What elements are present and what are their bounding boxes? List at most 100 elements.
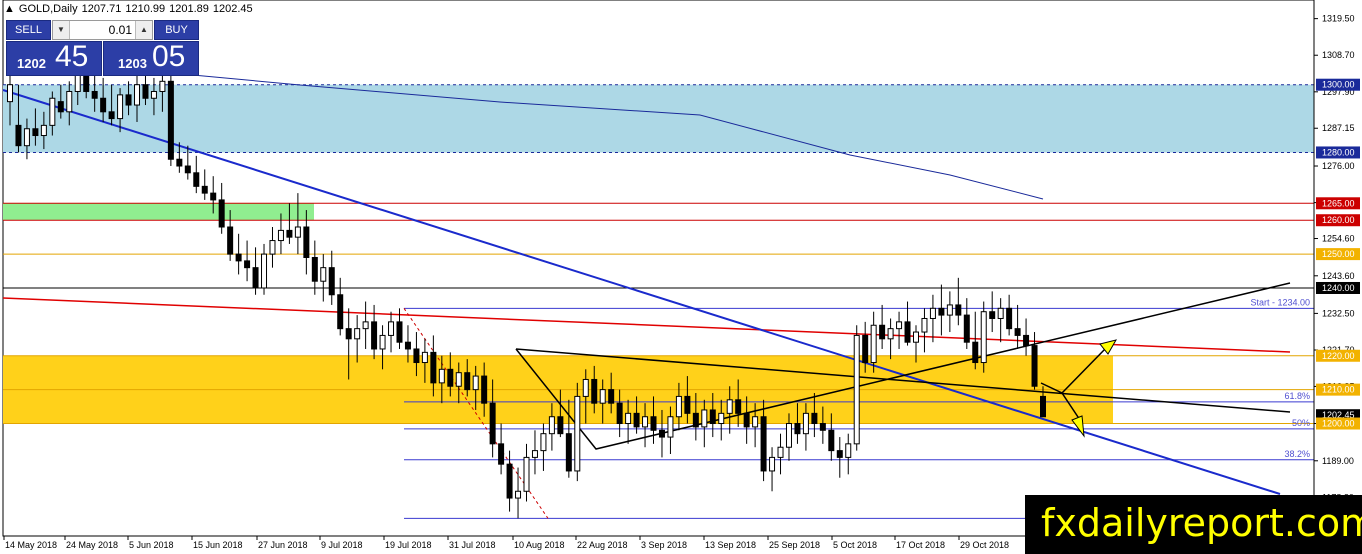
candle-body <box>802 412 809 435</box>
price-tick-label: 1287.15 <box>1322 123 1355 133</box>
ask-price-prefix: 1203 <box>118 56 147 71</box>
bid-price-button[interactable]: 1202 45 <box>6 40 102 76</box>
chart-area[interactable]: Start - 1234.00 61.8% 50% 38.2% 1319.50 1308.… <box>0 0 1362 554</box>
candle-body <box>658 429 665 438</box>
candle-body <box>735 399 742 414</box>
candle-body <box>142 84 149 99</box>
price-level-label: 1250.00 <box>1322 249 1355 259</box>
date-tick-label: 29 Oct 2018 <box>960 540 1009 550</box>
candle-body <box>218 199 225 228</box>
candle-body <box>150 90 157 99</box>
candle-body <box>320 267 327 282</box>
candle-body <box>879 324 886 340</box>
lot-decrease-icon[interactable]: ▼ <box>53 21 70 39</box>
candle-body <box>362 321 369 330</box>
candle-body <box>963 314 970 343</box>
candle-body <box>447 368 454 387</box>
sell-button[interactable]: SELL <box>6 20 51 40</box>
candle-body <box>117 94 124 120</box>
watermark-text: fxdailyreport.com <box>1041 501 1362 545</box>
ask-price-pips: 05 <box>152 40 186 73</box>
candle-body <box>667 416 674 438</box>
candle-body <box>227 226 234 255</box>
candle-body <box>574 395 581 472</box>
candle-body <box>870 324 877 364</box>
candle-body <box>557 416 564 435</box>
candle-body <box>337 294 344 330</box>
candle-body <box>997 307 1004 319</box>
candle-body <box>1031 345 1038 387</box>
candle-body <box>785 423 792 448</box>
high-value: 1210.99 <box>125 3 166 15</box>
candle-body <box>819 423 826 431</box>
candle-body <box>464 372 471 391</box>
candle-body <box>565 433 572 472</box>
candle-body <box>726 399 733 414</box>
date-tick-label: 25 Sep 2018 <box>769 540 820 550</box>
candle-body <box>608 389 615 404</box>
candle-body <box>388 321 395 336</box>
price-tick-label: 1308.70 <box>1322 50 1355 60</box>
ask-price-button[interactable]: 1203 05 <box>103 40 199 76</box>
candle-body <box>404 341 411 350</box>
lot-size-stepper[interactable]: ▼ 0.01 ▲ <box>52 20 153 40</box>
candle-body <box>752 416 759 428</box>
candle-body <box>235 253 242 262</box>
candle-body <box>1014 328 1021 336</box>
date-tick-label: 15 Jun 2018 <box>193 540 243 550</box>
candle-body <box>929 307 936 319</box>
candle-body <box>718 412 725 425</box>
buy-button[interactable]: BUY <box>154 20 199 40</box>
lot-size-input[interactable]: 0.01 <box>71 21 134 39</box>
price-chart[interactable]: Start - 1234.00 61.8% 50% 38.2% 1319.50 1308.… <box>0 0 1362 554</box>
date-tick-label: 3 Sep 2018 <box>641 540 687 550</box>
price-tick-label: 1254.60 <box>1322 234 1355 244</box>
candle-body <box>49 97 56 126</box>
candle-body <box>862 334 869 364</box>
symbol-label: GOLD,Daily <box>18 3 78 15</box>
candle-body <box>354 328 361 340</box>
candle-body <box>498 443 505 465</box>
candle-body <box>515 490 522 499</box>
candle-body <box>853 334 860 445</box>
candle-body <box>904 321 911 343</box>
date-tick-label: 27 Jun 2018 <box>258 540 308 550</box>
candle-body <box>489 402 496 445</box>
candle-body <box>540 433 547 452</box>
candle-body <box>836 450 843 458</box>
date-tick-label: 19 Jul 2018 <box>385 540 432 550</box>
collapse-arrow-icon[interactable]: ▲ <box>4 3 15 15</box>
candle-body <box>955 304 962 316</box>
candle-body <box>74 74 81 92</box>
candle-body <box>896 321 903 330</box>
candle-body <box>379 334 386 350</box>
candle-body <box>642 416 649 428</box>
candle-body <box>134 84 141 106</box>
candle-body <box>413 348 420 364</box>
price-level-label: 1200.00 <box>1322 419 1355 429</box>
price-level-label: 1220.00 <box>1322 351 1355 361</box>
fib-label: 61.8% <box>1284 391 1310 401</box>
candle-body <box>294 226 301 238</box>
fib-label: Start - 1234.00 <box>1250 297 1310 307</box>
watermark-logo: fxdailyreport.com <box>1025 495 1362 554</box>
candle-body <box>633 412 640 428</box>
candle-body <box>811 412 818 425</box>
candle-body <box>1023 334 1030 347</box>
candle-body <box>303 226 310 258</box>
candle-body <box>1006 307 1013 330</box>
price-tick-label: 1276.00 <box>1322 161 1355 171</box>
candle-body <box>32 128 39 137</box>
candle-body <box>23 128 30 147</box>
candle-body <box>201 185 208 194</box>
candle-body <box>167 80 174 160</box>
one-click-trading-panel: SELL ▼ 0.01 ▲ BUY 1202 45 1203 05 <box>6 20 199 76</box>
bid-price-pips: 45 <box>55 40 89 73</box>
candle-body <box>743 412 750 428</box>
fib-label: 50% <box>1292 418 1310 428</box>
price-level-label: 1240.00 <box>1322 283 1355 293</box>
close-value: 1202.45 <box>212 3 253 15</box>
lot-increase-icon[interactable]: ▲ <box>135 21 152 39</box>
candle-body <box>675 395 682 418</box>
date-tick-label: 14 May 2018 <box>5 540 57 550</box>
